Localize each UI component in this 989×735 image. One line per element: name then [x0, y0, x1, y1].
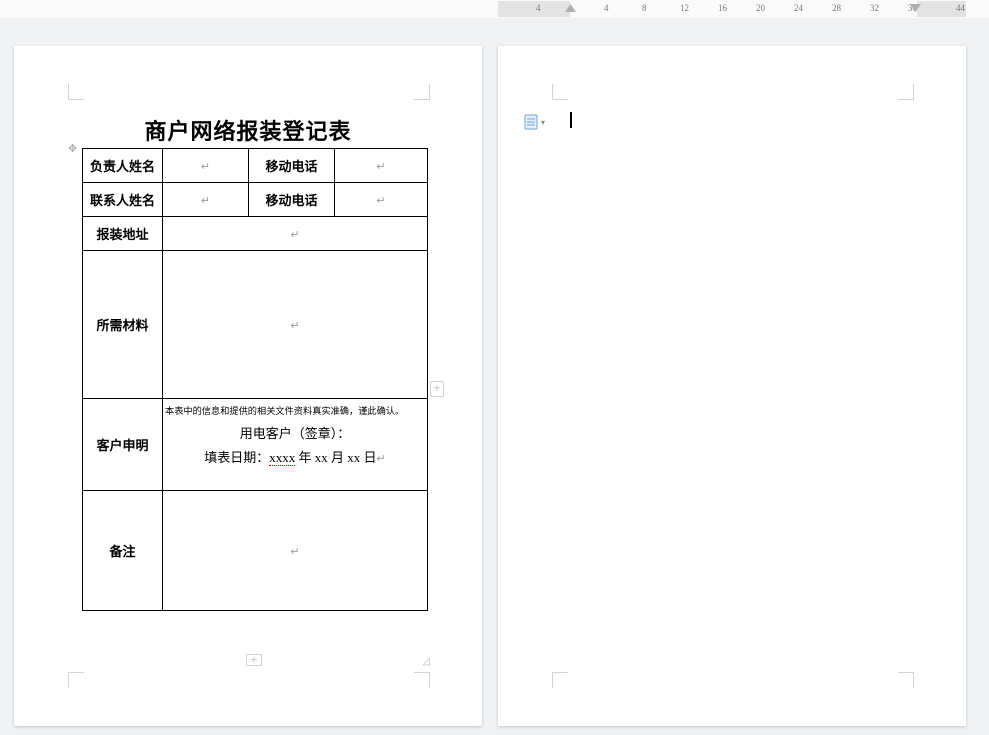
cell-value[interactable]: ↵	[163, 183, 249, 217]
horizontal-ruler[interactable]: 4 4 8 12 16 20 24 28 32 36 44	[0, 0, 989, 18]
ruler-tick: 28	[832, 3, 841, 13]
table-row: 报装地址 ↵	[83, 217, 428, 251]
declaration-date-label: 填表日期：	[204, 450, 269, 465]
cell-label[interactable]: 移动电话	[249, 149, 335, 183]
cell-label[interactable]: 备注	[83, 491, 163, 611]
cell-label[interactable]: 客户申明	[83, 399, 163, 491]
cell-label[interactable]: 联系人姓名	[83, 183, 163, 217]
cell-value[interactable]: ↵	[163, 217, 428, 251]
table-row: 所需材料 ↵	[83, 251, 428, 399]
ruler-tick: 32	[870, 3, 879, 13]
registration-form-table[interactable]: 负责人姓名 ↵ 移动电话 ↵ 联系人姓名 ↵ 移动电话 ↵ 报装地址 ↵ 所需材…	[82, 148, 428, 611]
ruler-tick: 4	[604, 3, 609, 13]
document-title: 商户网络报装登记表	[14, 114, 482, 146]
add-column-button[interactable]: +	[430, 381, 444, 397]
workspace: 4 4 8 12 16 20 24 28 32 36 44 ✥ 商户网络报装登记…	[0, 0, 989, 735]
cell-label[interactable]: 负责人姓名	[83, 149, 163, 183]
table-handle-icon[interactable]: ◿	[422, 656, 430, 667]
ruler-tick: 24	[794, 3, 803, 13]
ruler-tick: 4	[536, 3, 541, 13]
dropdown-triangle-icon: ▾	[541, 118, 545, 127]
cell-value[interactable]: ↵	[335, 183, 428, 217]
cell-declaration[interactable]: 本表中的信息和提供的相关文件资料真实准确，谨此确认。 用电客户（签章）： 填表日…	[163, 399, 428, 491]
cell-label[interactable]: 所需材料	[83, 251, 163, 399]
page-2[interactable]: ▾	[498, 46, 966, 726]
cell-value[interactable]: ↵	[335, 149, 428, 183]
declaration-signature-line: 用电客户（签章）：	[240, 426, 351, 441]
cell-label[interactable]: 报装地址	[83, 217, 163, 251]
table-row: 负责人姓名 ↵ 移动电话 ↵	[83, 149, 428, 183]
ruler-tick: 16	[718, 3, 727, 13]
indent-marker-icon[interactable]	[565, 2, 576, 13]
ruler-tick: 12	[680, 3, 689, 13]
table-row: 备注 ↵	[83, 491, 428, 611]
ruler-tick: 8	[642, 3, 647, 13]
section-break-icon[interactable]: ▾	[524, 114, 545, 130]
text-cursor	[570, 112, 572, 128]
declaration-date-year: xxxx	[269, 450, 295, 466]
declaration-text-small: 本表中的信息和提供的相关文件资料真实准确，谨此确认。	[165, 404, 404, 421]
cell-value[interactable]: ↵	[163, 251, 428, 399]
cell-value[interactable]: ↵	[163, 149, 249, 183]
ruler-tick: 44	[956, 3, 965, 13]
right-indent-marker-icon[interactable]	[910, 2, 921, 13]
table-row: 客户申明 本表中的信息和提供的相关文件资料真实准确，谨此确认。 用电客户（签章）…	[83, 399, 428, 491]
page-1[interactable]: ✥ 商户网络报装登记表 负责人姓名 ↵ 移动电话 ↵ 联系人姓名 ↵ 移动电话 …	[14, 46, 482, 726]
add-row-button[interactable]: +	[246, 654, 262, 666]
ruler-tick: 20	[756, 3, 765, 13]
declaration-date-rest: 年 xx 月 xx 日	[299, 450, 377, 465]
cell-value[interactable]: ↵	[163, 491, 428, 611]
table-row: 联系人姓名 ↵ 移动电话 ↵	[83, 183, 428, 217]
cell-label[interactable]: 移动电话	[249, 183, 335, 217]
